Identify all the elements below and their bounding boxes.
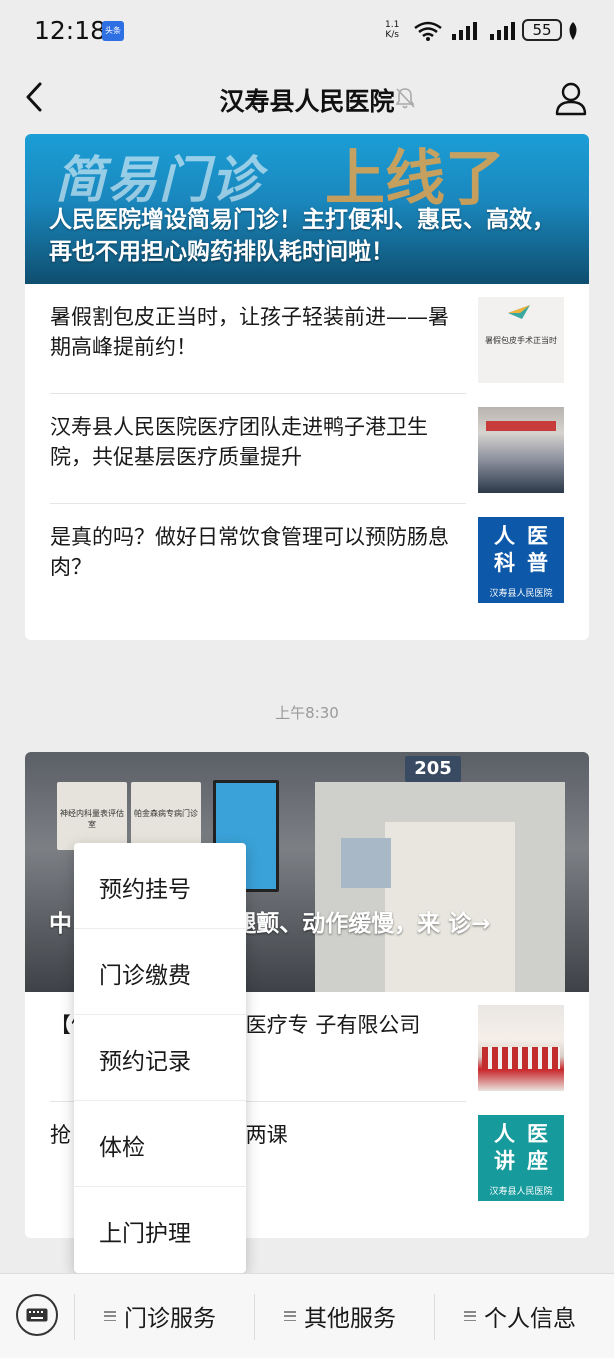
hamburger-icon — [284, 1311, 296, 1321]
thumbnail-logo: 人 医 科 普 — [488, 523, 554, 577]
group-photo — [482, 1047, 560, 1069]
menu-item-label: 体检 — [99, 1135, 145, 1161]
article-item[interactable]: 暑假割包皮正当时，让孩子轻装前进——暑期高峰提前约！ 暑假包皮手术正当时 — [25, 284, 589, 394]
menu-label: 个人信息 — [484, 1306, 576, 1332]
logo-char: 普 — [527, 551, 548, 575]
wall-plaque: 神经内科量表评估室 — [57, 782, 127, 850]
menu-item-home-care[interactable]: 上门护理 — [74, 1187, 246, 1273]
article-item[interactable]: 汉寿县人民医院医疗团队走进鸭子港卫生院，共促基层医疗质量提升 — [25, 394, 589, 504]
logo-char: 讲 — [494, 1149, 515, 1173]
menu-item-records[interactable]: 预约记录 — [74, 1015, 246, 1101]
menu-item-appointment[interactable]: 预约挂号 — [74, 843, 246, 929]
submenu-popup: 预约挂号 门诊缴费 预约记录 体检 上门护理 — [74, 843, 246, 1273]
hamburger-icon — [464, 1311, 476, 1321]
open-door — [385, 822, 515, 992]
logo-char: 人 — [494, 524, 515, 548]
hero-article[interactable]: 简易门诊 上线了 人民医院增设简易门诊！主打便利、惠民、高效，再也不用担心购药排… — [25, 134, 589, 284]
divider — [254, 1294, 255, 1340]
menu-item-checkup[interactable]: 体检 — [74, 1101, 246, 1187]
charging-leaf-icon — [569, 22, 577, 40]
thumbnail-caption: 汉寿县人民医院 — [489, 1187, 553, 1197]
article-thumbnail: 人 医 讲 座 汉寿县人民医院 — [478, 1115, 564, 1201]
battery-icon: 55 — [522, 19, 562, 41]
menu-item-label: 预约记录 — [99, 1049, 191, 1075]
logo-char: 人 — [494, 1122, 515, 1146]
paper-plane-icon — [508, 305, 530, 319]
thumbnail-caption: 汉寿县人民医院 — [489, 589, 553, 599]
wall-plaque: 帕金森病专病门诊 — [131, 782, 201, 850]
logo-char: 医 — [527, 1122, 548, 1146]
signal-icon — [490, 22, 515, 40]
menu-personal-info[interactable]: 个人信息 — [464, 1296, 576, 1336]
article-thumbnail — [478, 1005, 564, 1091]
network-speed-value: 1.1 — [385, 20, 400, 30]
article-thumbnail: 暑假包皮手术正当时 — [478, 297, 564, 383]
menu-other-services[interactable]: 其他服务 — [284, 1296, 396, 1336]
keyboard-toggle-button[interactable] — [16, 1294, 58, 1336]
message-timestamp: 上午8:30 — [275, 704, 339, 722]
room-number: 205 — [405, 756, 461, 782]
article-item[interactable]: 是真的吗？做好日常饮食管理可以预防肠息肉？ 人 医 科 普 汉寿县人民医院 — [25, 504, 589, 614]
bottom-menu-bar: 门诊服务 其他服务 个人信息 — [0, 1273, 614, 1358]
menu-item-label: 上门护理 — [99, 1221, 191, 1247]
logo-char: 科 — [494, 551, 515, 575]
article-title: 汉寿县人民医院医疗团队走进鸭子港卫生院，共促基层医疗质量提升 — [50, 415, 428, 469]
logo-char: 座 — [527, 1149, 548, 1173]
menu-item-payment[interactable]: 门诊缴费 — [74, 929, 246, 1015]
network-speed-unit: K/s — [385, 30, 399, 40]
page-title: 汉寿县人民医院 — [219, 87, 395, 116]
menu-label: 其他服务 — [304, 1306, 396, 1332]
article-thumbnail — [478, 407, 564, 493]
divider — [74, 1294, 75, 1340]
meeting-banner — [486, 421, 556, 431]
hero-title: 人民医院增设简易门诊！主打便利、惠民、高效，再也不用担心购药排队耗时间啦！ — [49, 207, 555, 265]
network-speed: 1.1 K/s — [385, 20, 399, 40]
thumbnail-caption: 暑假包皮手术正当时 — [485, 336, 557, 345]
keyboard-icon — [26, 1308, 48, 1322]
door-window — [341, 838, 391, 888]
nav-bar: 汉寿县人民医院 — [0, 62, 614, 134]
status-time: 12:18 — [34, 16, 107, 45]
article-title: 暑假割包皮正当时，让孩子轻装前进——暑期高峰提前约！ — [50, 305, 449, 359]
article-card: 简易门诊 上线了 人民医院增设简易门诊！主打便利、惠民、高效，再也不用担心购药排… — [25, 134, 589, 640]
hamburger-icon — [104, 1311, 116, 1321]
profile-icon[interactable] — [554, 80, 588, 116]
status-bar: 12:18 头条 1.1 K/s 55 — [0, 0, 614, 62]
hero-banner-text: 简易门诊 — [55, 151, 263, 209]
menu-item-label: 门诊缴费 — [99, 963, 191, 989]
thumbnail-logo: 人 医 讲 座 — [488, 1121, 554, 1175]
logo-char: 医 — [527, 524, 548, 548]
mute-bell-icon — [395, 88, 415, 109]
signal-icon — [452, 22, 477, 40]
app-badge: 头条 — [102, 21, 124, 41]
article-thumbnail: 人 医 科 普 汉寿县人民医院 — [478, 517, 564, 603]
divider — [434, 1294, 435, 1340]
menu-outpatient-services[interactable]: 门诊服务 — [104, 1296, 216, 1336]
wifi-icon — [414, 21, 442, 41]
menu-item-label: 预约挂号 — [99, 877, 191, 903]
article-title: 是真的吗？做好日常饮食管理可以预防肠息肉？ — [50, 525, 449, 579]
menu-label: 门诊服务 — [124, 1306, 216, 1332]
